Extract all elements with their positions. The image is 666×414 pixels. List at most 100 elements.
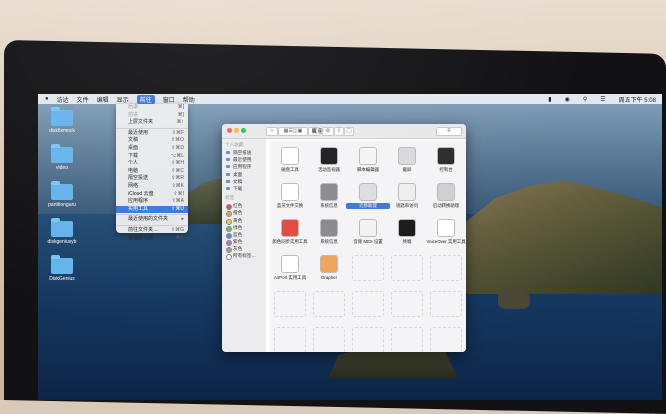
menu-item[interactable]: 访达	[57, 95, 69, 104]
go-menu-item[interactable]: 最近使用的文件夹 ▸	[116, 216, 188, 224]
menu-item[interactable]: 显示	[117, 95, 129, 104]
finder-window: ‹› ▦☰◫▣ ▦ 实用工具 ⚙ ⇧ ◯ ⚲ 个人收藏隔空投送最近使用应用程序桌…	[222, 124, 466, 352]
desktop-folder[interactable]: partitionguru	[40, 181, 84, 208]
desktop-folder[interactable]: video	[40, 144, 84, 171]
wallpaper-rock	[498, 289, 530, 309]
sidebar-item[interactable]: 最近使用	[222, 156, 266, 163]
view-mode-icon[interactable]: ▦☰◫▣	[278, 127, 308, 136]
folder-icon	[51, 144, 73, 163]
sidebar-item[interactable]: 桌面	[222, 171, 266, 178]
empty-grid-cell	[391, 327, 423, 352]
search-icon[interactable]: ⚲	[583, 96, 587, 103]
go-menu-item[interactable]: 网络 ⇧⌘K	[116, 183, 188, 191]
sidebar-item[interactable]: 文稿	[222, 178, 266, 185]
wifi-icon[interactable]: ◉	[565, 96, 570, 103]
colorsync-icon	[281, 219, 299, 237]
go-menu-item[interactable]: 最近使用 ⇧⌘F	[116, 130, 188, 138]
go-menu-item[interactable]: iCloud 云盘 ⇧⌘I	[116, 191, 188, 199]
sidebar-tag[interactable]: 绿色	[222, 224, 266, 232]
app-item[interactable]: Grapher	[307, 255, 351, 280]
app-grid: 磁盘工具 活动监视器 脚本编辑器 截屏控制台蓝牙文件交换系统信息 迁移助理 钥匙串访问 启动…	[270, 141, 466, 352]
go-menu-item[interactable]: 电脑 ⇧⌘C	[116, 168, 188, 176]
go-menu-item[interactable]: 连接服务器… ⌘K	[116, 235, 188, 243]
sidebar-tag-label: 紫色	[233, 239, 243, 245]
app-item[interactable]: 颜色同步实用工具	[268, 219, 312, 245]
go-menu-item[interactable]: 应用程序 ⇧⌘A	[116, 198, 188, 206]
desktop-folder[interactable]: diskgeniusyb	[40, 218, 84, 245]
bluetooth-icon	[281, 183, 299, 201]
back-forward-icon[interactable]: ‹›	[266, 127, 278, 136]
empty-grid-cell	[274, 327, 306, 352]
search-field[interactable]: ⚲	[436, 127, 462, 136]
sidebar-tag[interactable]: 橙色	[222, 209, 266, 218]
app-item-label: 控制台	[439, 167, 453, 172]
sidebar-item-icon	[226, 165, 230, 169]
sidebar-item-icon	[226, 158, 230, 162]
menu-clock[interactable]: 周五下午 5:08	[619, 95, 656, 104]
tag-icon[interactable]: ◯	[344, 127, 354, 136]
go-menu-item[interactable]: 前往文件夹… ⇧⌘G	[116, 227, 188, 235]
go-menu-item[interactable]: 桌面 ⇧⌘D	[116, 145, 188, 153]
sidebar-item[interactable]: 隔空投送	[222, 149, 266, 156]
share-icon[interactable]: ⇧	[334, 127, 344, 136]
control-center-icon[interactable]: ☰	[600, 96, 605, 103]
menu-item[interactable]: 前往	[136, 94, 155, 104]
app-item[interactable]: 系统信息	[307, 219, 351, 245]
app-item-label: 启动转换助理	[432, 203, 460, 208]
go-menu-item[interactable]: 实用工具 ⇧⌘U	[116, 205, 188, 214]
go-menu-item[interactable]: 上层文件夹 ⌘↑	[116, 119, 188, 127]
app-item-label: AirPort 实用工具	[273, 275, 307, 280]
grapher-icon	[320, 255, 338, 273]
menu-item[interactable]: 文件	[77, 95, 89, 104]
desktop-folder[interactable]: diskfixmock	[40, 107, 84, 134]
go-menu-item-shortcut: ⌘[	[177, 104, 184, 110]
app-item[interactable]: 蓝牙文件交换	[268, 183, 312, 209]
app-item[interactable]: 控制台	[424, 147, 466, 173]
sidebar-tag[interactable]: 紫色	[222, 238, 266, 247]
menu-item[interactable]: 窗口	[163, 95, 175, 104]
go-menu-item[interactable]: 文稿 ⇧⌘O	[116, 137, 188, 145]
battery-icon[interactable]: ▮	[548, 96, 551, 103]
desktop-folder[interactable]: DiskGenius	[40, 255, 84, 282]
go-menu-item-label: 桌面	[128, 144, 139, 151]
go-menu-item[interactable]: 个人 ⇧⌘H	[116, 160, 188, 168]
go-menu-item-label: 上层文件夹	[128, 119, 154, 126]
minimize-button[interactable]	[234, 128, 239, 133]
app-item-label: 系统信息	[320, 203, 338, 208]
go-menu-item-label: 网络	[128, 182, 139, 189]
app-item[interactable]: AirPort 实用工具	[268, 255, 312, 281]
go-menu-item-shortcut: ⇧⌘G	[170, 226, 184, 233]
zoom-button[interactable]	[241, 128, 246, 133]
go-menu-item-label: 实用工具	[128, 205, 149, 212]
app-item[interactable]: 钥匙串访问	[385, 183, 429, 209]
app-item[interactable]: 音频 MIDI 设置	[346, 219, 390, 245]
go-menu-item[interactable]: 后退 ⌘[	[116, 104, 188, 112]
app-item[interactable]: 系统信息	[307, 183, 351, 209]
sidebar-tag[interactable]: 所有标签…	[222, 252, 266, 261]
go-menu-item[interactable]: 隔空投送 ⇧⌘R	[116, 175, 188, 183]
sidebar-item[interactable]: 下载	[222, 185, 266, 192]
midi-keyboard-icon	[359, 219, 377, 237]
sidebar-tag[interactable]: 蓝色	[222, 231, 266, 239]
sidebar-tag[interactable]: 黄色	[222, 217, 266, 225]
app-item[interactable]: 磁盘工具	[268, 147, 312, 173]
go-menu-item-label: 前进	[128, 111, 139, 118]
app-item[interactable]: 迁移助理	[346, 183, 390, 209]
close-button[interactable]	[227, 128, 232, 133]
go-menu-item[interactable]: 下载 ⌥⌘L	[116, 153, 188, 161]
sidebar-tag[interactable]: 灰色	[222, 245, 266, 254]
app-item-label: VoiceOver 实用工具	[426, 239, 466, 244]
app-item[interactable]: 截屏	[385, 147, 429, 173]
app-item[interactable]: 启动转换助理	[424, 183, 466, 209]
menu-item[interactable]: 编辑	[97, 95, 109, 104]
menu-item[interactable]: 帮助	[183, 95, 195, 104]
sidebar-tag-label: 蓝色	[233, 231, 243, 237]
sidebar-item[interactable]: 应用程序	[222, 163, 266, 170]
app-item[interactable]: 脚本编辑器	[346, 147, 390, 173]
migration-assistant-icon	[359, 183, 377, 201]
sidebar-tag[interactable]: 红色	[222, 202, 266, 211]
app-item[interactable]: 终端	[385, 219, 429, 245]
app-item[interactable]: 活动监视器	[307, 147, 351, 173]
app-item[interactable]: VoiceOver 实用工具	[424, 219, 466, 245]
action-gear-icon[interactable]: ⚙	[322, 127, 334, 136]
